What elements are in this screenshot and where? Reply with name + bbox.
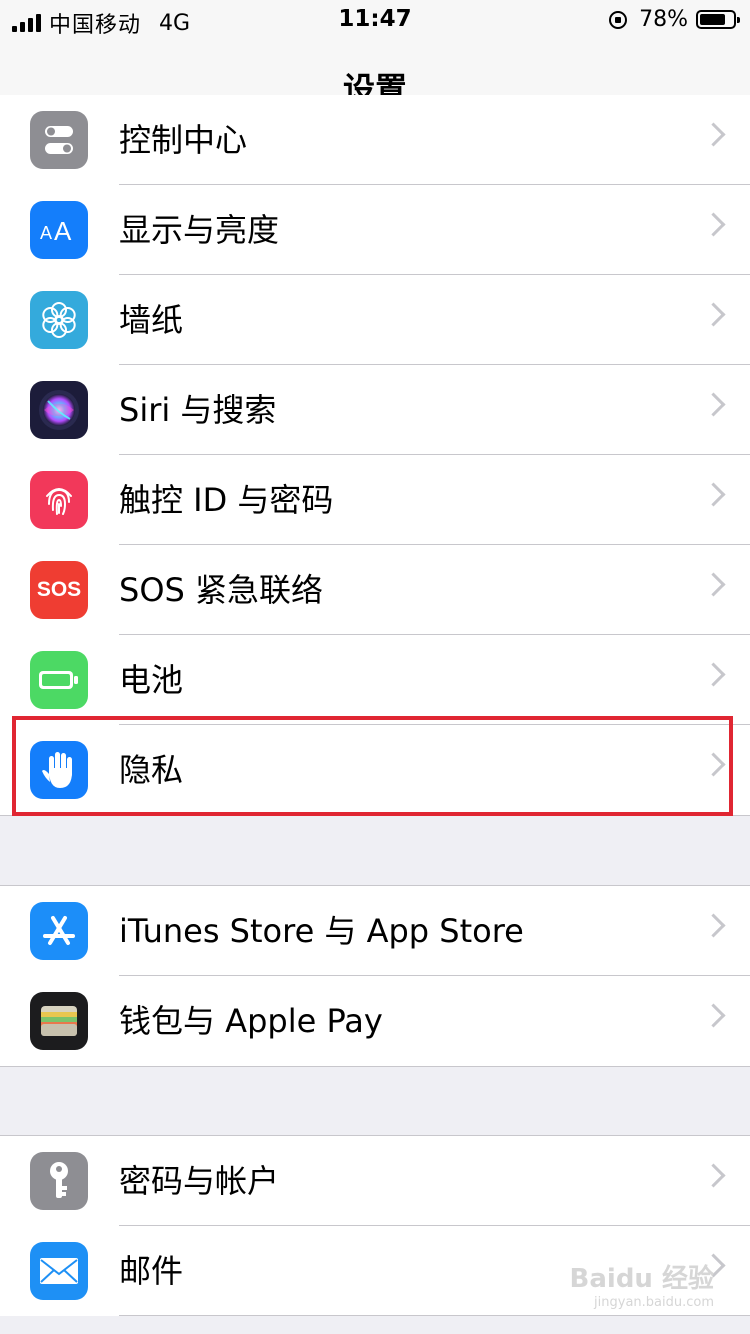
sos-icon-text: SOS	[36, 578, 82, 601]
sos-icon: SOS	[30, 561, 88, 619]
settings-row-label: iTunes Store 与 App Store	[119, 912, 524, 950]
wallet-icon	[30, 992, 88, 1050]
settings-row-label: Siri 与搜索	[119, 391, 277, 429]
battery-icon	[30, 651, 88, 709]
chevron-right-icon	[701, 572, 726, 597]
row-divider	[119, 1315, 750, 1316]
chevron-right-icon	[701, 122, 726, 147]
settings-row-label: 显示与亮度	[119, 211, 280, 249]
settings-row-battery[interactable]: 电池	[0, 635, 750, 725]
siri-icon	[30, 381, 88, 439]
settings-row-touch-id[interactable]: 触控 ID 与密码	[0, 455, 750, 545]
mail-icon	[30, 1242, 88, 1300]
control-center-icon	[30, 111, 88, 169]
settings-row-itunes-app-store[interactable]: iTunes Store 与 App Store	[0, 886, 750, 976]
svg-text:A: A	[40, 223, 52, 243]
wallpaper-flower-icon	[30, 291, 88, 349]
settings-row-label: 钱包与 Apple Pay	[119, 1002, 383, 1040]
settings-row-wallpaper[interactable]: 墙纸	[0, 275, 750, 365]
battery-percent: 78%	[639, 7, 688, 32]
chevron-right-icon	[701, 662, 726, 687]
svg-text:A: A	[54, 216, 72, 245]
display-brightness-icon: A A	[30, 201, 88, 259]
settings-row-label: 墙纸	[119, 301, 184, 339]
settings-row-label: SOS 紧急联络	[119, 571, 323, 609]
settings-row-label: 邮件	[119, 1252, 184, 1290]
chevron-right-icon	[701, 1003, 726, 1028]
settings-row-label: 隐私	[119, 751, 184, 789]
watermark: Baidu 经验 jingyan.baidu.com	[570, 1258, 714, 1310]
settings-row-label: 控制中心	[119, 121, 248, 159]
settings-row-passwords-accounts[interactable]: 密码与帐户	[0, 1136, 750, 1226]
chevron-right-icon	[701, 752, 726, 777]
battery-status-icon	[696, 10, 740, 29]
settings-row-label: 电池	[119, 661, 184, 699]
key-icon	[30, 1152, 88, 1210]
status-bar: 中国移动 4G 11:47 78%	[0, 0, 750, 40]
settings-row-display-brightness[interactable]: A A 显示与亮度	[0, 185, 750, 275]
rotation-lock-icon	[609, 10, 628, 29]
chevron-right-icon	[701, 302, 726, 327]
chevron-right-icon	[701, 913, 726, 938]
settings-row-label: 触控 ID 与密码	[119, 481, 334, 519]
app-store-icon	[30, 902, 88, 960]
settings-row-emergency-sos[interactable]: SOS SOS 紧急联络	[0, 545, 750, 635]
settings-group-stores: iTunes Store 与 App Store 钱包与 Apple Pay	[0, 885, 750, 1067]
settings-row-control-center[interactable]: 控制中心	[0, 95, 750, 185]
watermark-brand: Baidu 经验	[569, 1264, 714, 1294]
watermark-url: jingyan.baidu.com	[594, 1295, 714, 1310]
settings-row-siri-search[interactable]: Siri 与搜索	[0, 365, 750, 455]
settings-row-label: 密码与帐户	[119, 1162, 280, 1200]
chevron-right-icon	[701, 212, 726, 237]
chevron-right-icon	[701, 482, 726, 507]
chevron-right-icon	[701, 1163, 726, 1188]
settings-row-privacy[interactable]: 隐私	[0, 725, 750, 815]
chevron-right-icon	[701, 392, 726, 417]
fingerprint-icon	[30, 471, 88, 529]
privacy-hand-icon	[30, 741, 88, 799]
settings-row-wallet-apple-pay[interactable]: 钱包与 Apple Pay	[0, 976, 750, 1066]
settings-group-general: 控制中心 A A 显示与亮度 墙纸 Siri 与搜索 触控 ID 与密码 SOS…	[0, 95, 750, 816]
